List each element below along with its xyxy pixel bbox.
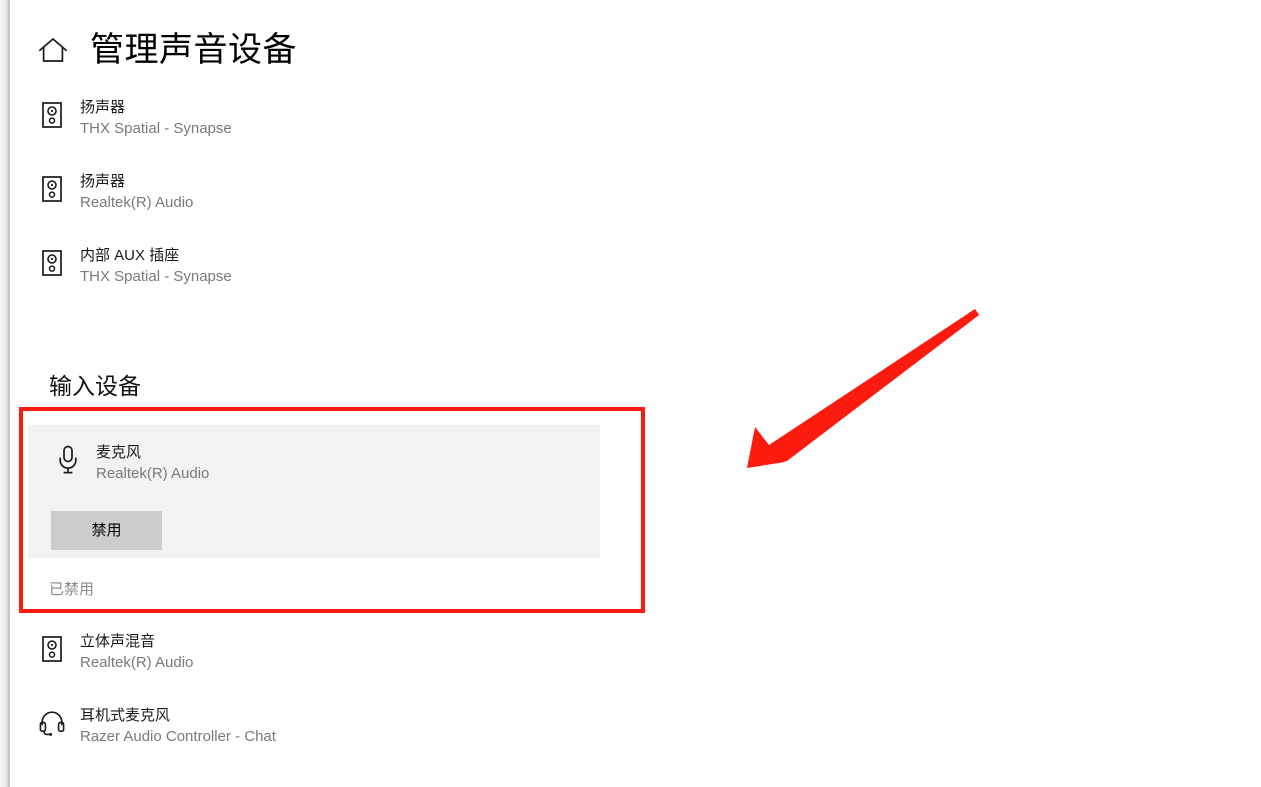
device-text: 扬声器 THX Spatial - Synapse bbox=[80, 98, 232, 139]
device-text: 立体声混音 Realtek(R) Audio bbox=[80, 632, 193, 673]
device-subtitle: THX Spatial - Synapse bbox=[80, 120, 232, 137]
home-icon[interactable] bbox=[36, 33, 70, 67]
device-name: 麦克风 bbox=[96, 444, 142, 461]
selected-device-panel[interactable]: 麦克风 Realtek(R) Audio 禁用 bbox=[28, 425, 600, 558]
page-header: 管理声音设备 bbox=[36, 30, 297, 70]
device-row-output-3[interactable]: 内部 AUX 插座 THX Spatial - Synapse bbox=[36, 246, 232, 287]
device-row-output-1[interactable]: 扬声器 THX Spatial - Synapse bbox=[36, 98, 232, 139]
device-row-microphone[interactable]: 麦克风 Realtek(R) Audio bbox=[52, 443, 209, 484]
input-devices-heading: 输入设备 bbox=[49, 373, 141, 399]
device-row-output-2[interactable]: 扬声器 Realtek(R) Audio bbox=[36, 172, 193, 213]
device-subtitle: Realtek(R) Audio bbox=[80, 654, 194, 671]
device-subtitle: Realtek(R) Audio bbox=[80, 194, 194, 211]
sound-settings-page: 管理声音设备 扬声器 THX Spatial - Synapse 扬声器 Rea… bbox=[13, 0, 1261, 787]
device-status-text: 已禁用 bbox=[49, 581, 95, 598]
device-name: 扬声器 bbox=[80, 173, 126, 190]
device-subtitle: Razer Audio Controller - Chat bbox=[80, 728, 276, 745]
speaker-icon bbox=[36, 246, 68, 280]
device-row-input-stereo-mix[interactable]: 立体声混音 Realtek(R) Audio bbox=[36, 632, 193, 673]
disable-button[interactable]: 禁用 bbox=[51, 511, 162, 550]
pointer-arrow-annotation bbox=[747, 309, 979, 468]
device-name: 内部 AUX 插座 bbox=[80, 247, 180, 264]
device-row-input-headset-mic[interactable]: 耳机式麦克风 Razer Audio Controller - Chat bbox=[36, 706, 276, 747]
speaker-icon bbox=[36, 98, 68, 132]
device-name: 立体声混音 bbox=[80, 633, 156, 650]
device-text: 扬声器 Realtek(R) Audio bbox=[80, 172, 193, 213]
headset-icon bbox=[36, 706, 68, 740]
speaker-icon bbox=[36, 632, 68, 666]
microphone-icon bbox=[52, 443, 84, 477]
device-text: 内部 AUX 插座 THX Spatial - Synapse bbox=[80, 246, 232, 287]
device-text: 麦克风 Realtek(R) Audio bbox=[96, 443, 209, 484]
device-subtitle: THX Spatial - Synapse bbox=[80, 268, 232, 285]
device-name: 耳机式麦克风 bbox=[80, 707, 171, 724]
device-text: 耳机式麦克风 Razer Audio Controller - Chat bbox=[80, 706, 276, 747]
window-left-edge bbox=[0, 0, 9, 787]
device-name: 扬声器 bbox=[80, 99, 126, 116]
page-title: 管理声音设备 bbox=[90, 31, 297, 69]
speaker-icon bbox=[36, 172, 68, 206]
device-subtitle: Realtek(R) Audio bbox=[96, 465, 210, 482]
